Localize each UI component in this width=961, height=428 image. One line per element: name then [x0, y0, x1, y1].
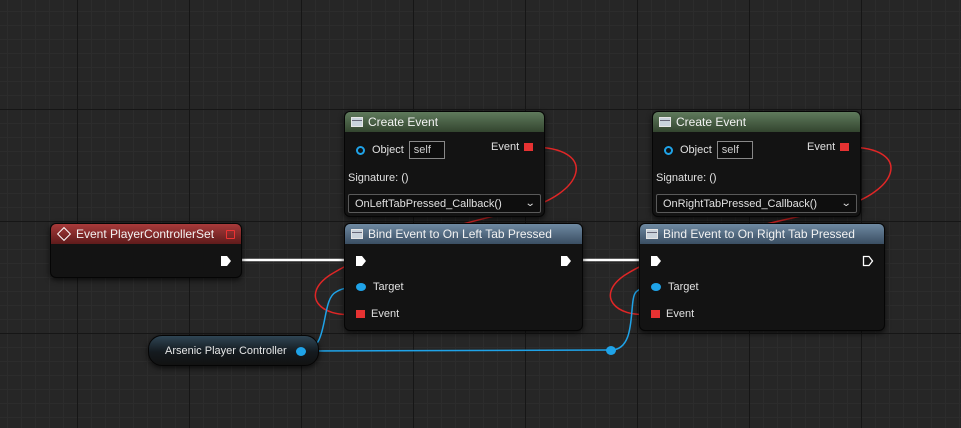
event-pin-label: Event	[371, 308, 400, 320]
chevron-down-icon: ⌄	[524, 198, 536, 209]
object-pin-row: Object self	[664, 141, 753, 159]
event-pin-row: Event	[356, 308, 399, 320]
bind-event-right-node[interactable]: Bind Event to On Right Tab Pressed Targe…	[639, 223, 885, 331]
create-event-right-node[interactable]: Create Event Object self Event Signature…	[652, 111, 861, 217]
create-event-right-title: Create Event	[676, 115, 747, 129]
object-pin-label: Object	[372, 144, 404, 156]
exec-output-pin-icon[interactable]	[560, 255, 572, 267]
function-dropdown-value: OnLeftTabPressed_Callback()	[355, 197, 502, 210]
function-dropdown[interactable]: OnRightTabPressed_Callback() ⌄	[656, 194, 857, 213]
function-icon	[646, 229, 658, 239]
event-pin-label: Event	[666, 308, 695, 320]
target-pin-row: Target	[356, 281, 404, 293]
event-input-pin-icon[interactable]	[356, 310, 365, 318]
object-input-pin-icon[interactable]	[664, 145, 673, 155]
object-wire-to-reroute	[302, 349, 612, 352]
target-input-pin-icon[interactable]	[651, 283, 661, 291]
target-pin-label: Target	[373, 281, 404, 293]
signature-label: Signature: ()	[348, 172, 409, 184]
object-pin-label: Object	[680, 144, 712, 156]
event-output-pin-icon[interactable]	[524, 143, 534, 151]
create-event-left-title: Create Event	[368, 115, 439, 129]
event-output-pin-icon[interactable]	[840, 143, 850, 151]
create-event-right-header[interactable]: Create Event	[653, 112, 860, 132]
event-diamond-icon	[56, 226, 72, 242]
create-event-left-node[interactable]: Create Event Object self Event Signature…	[344, 111, 545, 217]
reroute-knot[interactable]	[606, 346, 616, 355]
event-output-row: Event	[807, 141, 850, 153]
bind-event-right-header[interactable]: Bind Event to On Right Tab Pressed	[640, 224, 884, 244]
event-output-label: Event	[491, 141, 520, 153]
arsenic-player-controller-variable-node[interactable]: Arsenic Player Controller	[148, 335, 319, 366]
exec-output-pin-icon[interactable]	[862, 255, 874, 267]
bind-event-left-title: Bind Event to On Left Tab Pressed	[368, 227, 552, 241]
target-input-pin-icon[interactable]	[356, 283, 366, 291]
exec-output-pin-icon[interactable]	[220, 255, 232, 267]
object-self-field[interactable]: self	[408, 141, 445, 159]
target-pin-row: Target	[651, 281, 699, 293]
function-icon	[659, 117, 671, 127]
bind-event-left-header[interactable]: Bind Event to On Left Tab Pressed	[345, 224, 582, 244]
event-delegate-output-pin[interactable]	[226, 229, 235, 239]
event-node-title: Event PlayerControllerSet	[76, 227, 215, 241]
signature-row: Signature: ()	[656, 172, 717, 184]
object-input-pin-icon[interactable]	[356, 145, 365, 155]
target-pin-label: Target	[668, 281, 699, 293]
event-output-row: Event	[491, 141, 534, 153]
event-pin-row: Event	[651, 308, 694, 320]
signature-label: Signature: ()	[656, 172, 717, 184]
object-self-field[interactable]: self	[716, 141, 753, 159]
bind-event-right-title: Bind Event to On Right Tab Pressed	[663, 227, 855, 241]
event-output-label: Event	[807, 141, 836, 153]
event-node-header[interactable]: Event PlayerControllerSet	[51, 224, 241, 244]
event-input-pin-icon[interactable]	[651, 310, 660, 318]
chevron-down-icon: ⌄	[840, 198, 852, 209]
variable-node-label: Arsenic Player Controller	[165, 344, 287, 357]
signature-row: Signature: ()	[348, 172, 409, 184]
create-event-left-header[interactable]: Create Event	[345, 112, 544, 132]
function-icon	[351, 229, 363, 239]
bind-event-left-node[interactable]: Bind Event to On Left Tab Pressed Target…	[344, 223, 583, 331]
exec-input-pin-icon[interactable]	[650, 255, 662, 267]
event-player-controller-set-node[interactable]: Event PlayerControllerSet	[50, 223, 242, 278]
variable-output-pin-icon[interactable]	[296, 347, 306, 356]
function-dropdown[interactable]: OnLeftTabPressed_Callback() ⌄	[348, 194, 541, 213]
function-icon	[351, 117, 363, 127]
exec-input-pin-icon[interactable]	[355, 255, 367, 267]
object-pin-row: Object self	[356, 141, 445, 159]
function-dropdown-value: OnRightTabPressed_Callback()	[663, 197, 818, 210]
